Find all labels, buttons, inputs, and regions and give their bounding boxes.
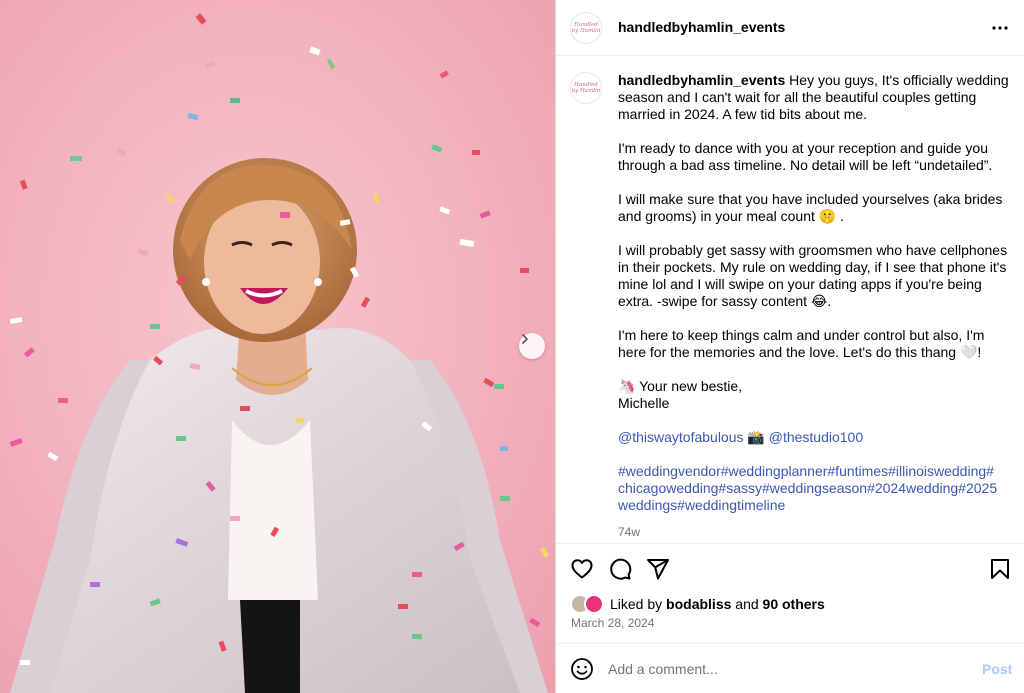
hashtag-link[interactable]: # [986,463,994,479]
author-username[interactable]: handledbyhamlin_events [618,19,785,35]
bookmark-icon[interactable] [988,557,1012,581]
post-comment-button[interactable]: Post [982,661,1012,677]
signoff-line: 🦄 Your new bestie, [618,378,743,394]
caption-paragraph: I'm here to keep things calm and under c… [618,327,985,360]
likes-summary[interactable]: Liked by bodabliss and 90 others [570,594,825,614]
chevron-right-icon [522,334,528,344]
hashtag-link[interactable]: #weddingtimeline [677,497,785,513]
hashtag-link[interactable]: #weddingplanner [721,463,828,479]
hashtag-link[interactable]: #2024wedding [867,480,958,496]
caption-username[interactable]: handledbyhamlin_events [618,72,785,88]
mention-link[interactable]: @thiswaytofabulous [618,429,744,445]
more-options-button[interactable] [988,18,1012,38]
signoff-name: Michelle [618,395,670,411]
likes-middle: and [735,596,759,612]
comment-input[interactable] [608,658,968,680]
hashtag-link[interactable]: weddings [618,497,677,513]
next-photo-button[interactable] [519,333,545,359]
post-details-pane: Handled by Hamlin handledbyhamlin_events… [555,0,1024,693]
likes-others[interactable]: 90 others [763,596,825,612]
hashtag-link[interactable]: #illinoiswedding [888,463,986,479]
caption-mentions: @thiswaytofabulous 📸 @thestudio100 [618,429,1010,446]
caption-author-avatar[interactable]: Handled by Hamlin [570,72,602,104]
hashtag-link[interactable]: chicagowedding [618,480,718,496]
post-photo[interactable] [0,0,555,693]
likes-prefix: Liked by [610,596,663,612]
avatar-logo-text: Handled by Hamlin [571,22,601,34]
mention-link[interactable]: @thestudio100 [769,429,863,445]
caption-text: handledbyhamlin_events Hey you guys, It'… [618,72,1010,541]
white-top [228,420,318,600]
caption-intro: handledbyhamlin_events Hey you guys, It'… [618,72,1010,123]
post-header: Handled by Hamlin handledbyhamlin_events [556,0,1024,56]
heart-icon[interactable] [570,557,594,581]
liker-username[interactable]: bodabliss [666,596,731,612]
comment-bar: Post [556,643,1024,693]
hashtag-link[interactable]: #weddingvendor [618,463,721,479]
caption-paragraph: I will probably get sassy with groomsmen… [618,242,1008,309]
hashtag-link[interactable]: #2025 [958,480,997,496]
post-date: March 28, 2024 [571,616,655,630]
photo-illustration [9,13,550,693]
comment-icon[interactable] [608,557,632,581]
caption-paragraph: I will make sure that you have included … [618,191,1003,224]
post-age[interactable]: 74w [618,524,1010,541]
hashtag-link[interactable]: #funtimes [827,463,888,479]
caption-area: Handled by Hamlin handledbyhamlin_events… [556,57,1024,543]
caption-signoff: 🦄 Your new bestie, Michelle [618,378,1010,412]
caption-paragraph: I'm ready to dance with you at your rece… [618,140,993,173]
liker-avatar [584,594,604,614]
emoji-icon[interactable] [570,657,594,681]
share-icon[interactable] [646,557,670,581]
caption-hashtags: #weddingvendor#weddingplanner#funtimes#i… [618,463,1010,514]
hashtag-link[interactable]: #weddingseason [762,480,867,496]
more-horizontal-icon [992,26,1008,30]
author-avatar[interactable]: Handled by Hamlin [570,12,602,44]
action-bar [556,543,1024,593]
hashtag-link[interactable]: #sassy [718,480,762,496]
mention-separator: 📸 [743,429,769,445]
avatar-logo-text: Handled by Hamlin [571,82,601,94]
